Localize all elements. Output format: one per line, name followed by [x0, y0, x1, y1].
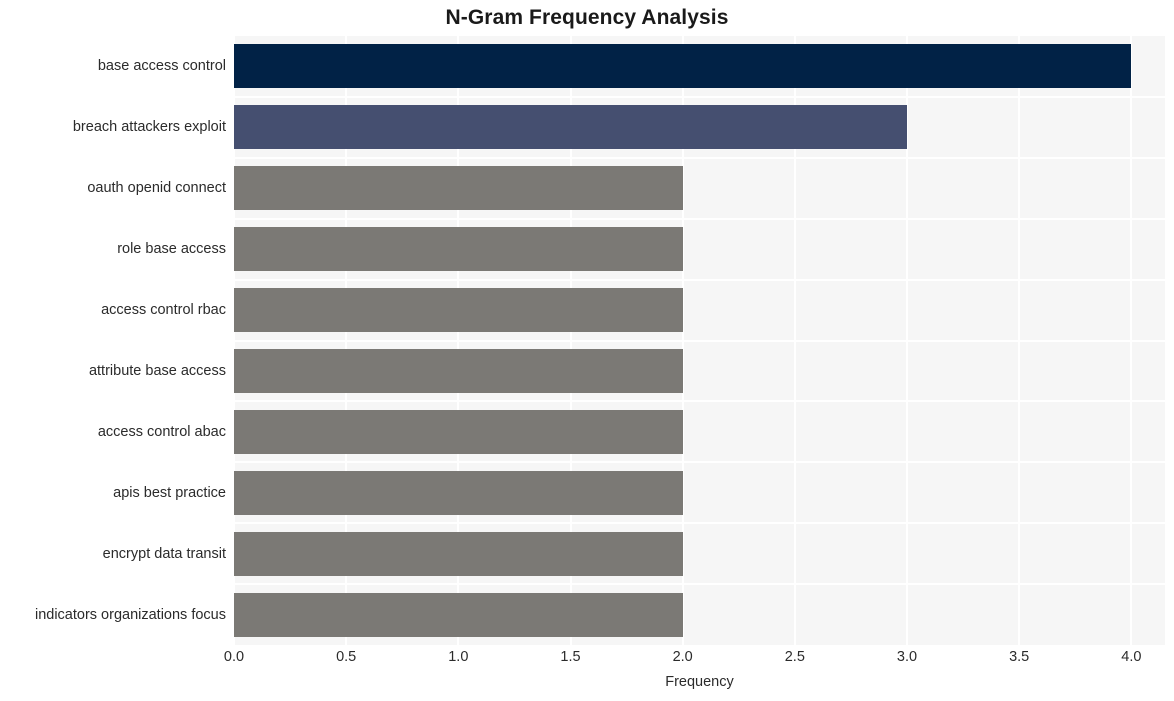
chart-figure: N-Gram Frequency Analysis base access co… [0, 0, 1174, 701]
y-axis-tick-label: attribute base access [88, 362, 226, 379]
bar [234, 227, 683, 272]
x-axis-tick-label: 3.5 [1009, 649, 1030, 665]
y-axis-tick-label: access control abac [97, 423, 226, 440]
gridline-horizontal [234, 583, 1165, 586]
bar [234, 592, 683, 637]
x-axis-tick-label: 0.0 [223, 649, 245, 665]
bar [234, 288, 683, 333]
gridline-horizontal [234, 522, 1165, 525]
gridline-horizontal [234, 278, 1165, 281]
y-axis-tick-label: oauth openid connect [87, 180, 226, 197]
bar [234, 44, 1132, 89]
x-axis-tick-label: 0.5 [336, 649, 357, 665]
y-axis-tick-label: encrypt data transit [102, 545, 226, 562]
chart-title: N-Gram Frequency Analysis [445, 6, 729, 29]
gridline-horizontal [234, 461, 1165, 464]
y-axis-tick-label: role base access [117, 241, 226, 258]
y-axis-tick-label: apis best practice [113, 484, 226, 501]
bar [234, 531, 683, 576]
bar [234, 348, 683, 393]
y-axis-tick-label: base access control [97, 58, 226, 75]
gridline-horizontal [234, 156, 1165, 159]
gridline-horizontal [234, 95, 1165, 98]
x-axis-tick-label: 1.5 [560, 649, 581, 665]
bar [234, 470, 683, 515]
gridline-horizontal [234, 339, 1165, 342]
gridline-horizontal [234, 400, 1165, 403]
y-axis-tick-label: indicators organizations focus [34, 606, 226, 623]
x-axis-tick-label: 2.5 [784, 649, 805, 665]
plot-area [234, 36, 1165, 645]
bar [234, 409, 683, 454]
x-axis-title: Frequency [665, 674, 734, 690]
gridline-horizontal [234, 217, 1165, 220]
bar [234, 105, 907, 150]
y-axis-tick-label: breach attackers exploit [72, 119, 226, 136]
y-axis-tick-label: access control rbac [101, 302, 226, 319]
y-axis-tick-labels: base access control breach attackers expl… [0, 36, 226, 645]
x-axis-tick-label: 3.0 [896, 649, 918, 665]
x-axis-tick-label: 2.0 [672, 649, 693, 665]
x-axis-tick-label: 4.0 [1121, 649, 1142, 665]
bar [234, 166, 683, 211]
x-axis-tick-label: 1.0 [448, 649, 469, 665]
x-axis-tick-labels: 0.0 0.5 1.0 1.5 2.0 2.5 3.0 3.5 4.0 [224, 649, 1165, 671]
